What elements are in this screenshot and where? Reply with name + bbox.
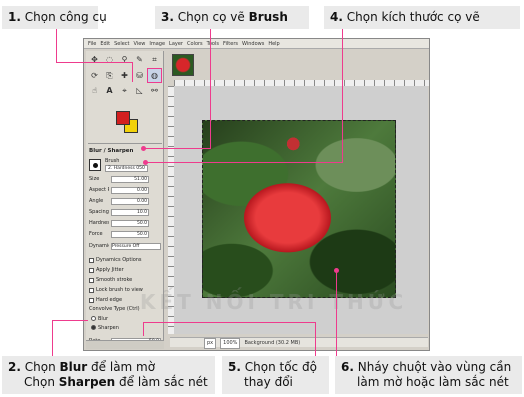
measure-tool-icon[interactable]: ◺ [133,84,146,97]
brush-preview[interactable] [89,159,101,171]
move-tool-icon[interactable]: ✥ [88,53,101,66]
callout-6: 6. Nháy chuột vào vùng cần làm mờ hoặc l… [335,356,522,394]
check-dynamics-options[interactable]: Dynamics Options [89,256,142,264]
checkbox[interactable] [89,287,94,293]
radio-button[interactable] [91,325,96,330]
text-tool-icon[interactable]: A [103,84,116,97]
brush-name[interactable]: 2. Hardness 050 [105,165,148,172]
checkbox[interactable] [89,257,94,263]
size-row[interactable]: Size 51.00 [89,175,149,183]
menu-item[interactable]: Select [114,41,129,47]
callout-4: 4. Chọn kích thước cọ vẽ [324,6,520,29]
zoom-select[interactable]: 100% [220,338,241,349]
checkbox[interactable] [89,267,94,273]
tool-grid: ✥ ◌ ⚲ ✎ ⌗ ⟳ ⎘ ✚ ⛁ ◍ ☝ A ⌖ ◺ ⚯ [88,53,162,99]
callout-2: 2. Chọn Blur để làm mờ Chọn Sharpen để l… [2,356,215,394]
bucket-tool-icon[interactable]: ⛁ [133,69,146,82]
image-thumbnail[interactable] [172,54,194,76]
menu-item[interactable]: Windows [242,41,264,47]
leader-dot [334,268,339,273]
menu-item[interactable]: Help [268,41,279,47]
leader-line [52,320,53,356]
zoom-tool-icon[interactable]: ⚯ [148,84,161,97]
leader-line [336,270,337,356]
heal-tool-icon[interactable]: ✚ [118,69,131,82]
checkbox[interactable] [89,297,94,303]
callout-1: 1. Chọn công cụ [2,6,107,29]
menu-bar: File Edit Select View Image Layer Colors Tools F… [84,39,429,49]
crop-tool-icon[interactable]: ⌗ [148,53,161,66]
menu-item[interactable]: Image [149,41,165,47]
leader-dot [143,160,148,165]
panel-divider [88,143,162,144]
check-lock-brush[interactable]: Lock brush to view [89,286,143,294]
dynamics-row[interactable]: DynamicsPressure Off [89,242,161,250]
leader-line [210,29,211,149]
callout-3: 3. Chọn cọ vẽ Brush [155,6,309,29]
watermark-text: KẾT NỐI TRI THỨC [140,290,408,314]
smudge-tool-icon[interactable]: ☝ [88,84,101,97]
leader-line [52,320,88,321]
toolbox-bottom-bar [86,340,164,349]
checkbox[interactable] [89,277,94,283]
rotate-tool-icon[interactable]: ⟳ [88,69,101,82]
fuzzy-select-icon[interactable]: ⚲ [118,53,131,66]
leader-line [143,148,211,149]
menu-item[interactable]: Layer [169,41,183,47]
callout-5: 5. Chọn tốc độ thay đổi [222,356,329,394]
check-hard-edge[interactable]: Hard edge [89,296,122,304]
leader-line [56,29,57,62]
unit-select[interactable]: px [204,338,217,349]
paths-tool-icon[interactable]: ✎ [133,53,146,66]
tool-options-title: Blur / Sharpen [89,148,134,154]
angle-row[interactable]: Angle 0.00 [89,197,149,205]
leader-line [143,322,144,336]
leader-line [145,162,343,163]
spacing-row[interactable]: Spacing 10.0 [89,208,149,216]
clone-tool-icon[interactable]: ⎘ [103,69,116,82]
foreground-color-swatch[interactable] [116,111,130,125]
leader-line [56,62,132,63]
leader-line [315,322,316,356]
color-picker-icon[interactable]: ⌖ [118,84,131,97]
menu-item[interactable]: Edit [100,41,110,47]
lasso-tool-icon[interactable]: ◌ [103,53,116,66]
check-apply-jitter[interactable]: Apply Jitter [89,266,124,274]
aspect-row[interactable]: Aspect Ratio0.00 [89,186,149,194]
menu-item[interactable]: Tools [207,41,219,47]
menu-item[interactable]: Colors [187,41,203,47]
leader-line [132,62,133,82]
hardness-row[interactable]: Hardness50.0 [89,219,149,227]
convolve-type-label: Convolve Type (Ctrl) [89,306,140,312]
menu-item[interactable]: View [134,41,146,47]
brush-label: Brush [105,158,120,164]
status-bar: px 100% Background (30.2 MB) [170,337,428,349]
radio-button[interactable] [91,316,96,321]
check-smooth-stroke[interactable]: Smooth stroke [89,276,132,284]
leader-line [143,322,316,323]
size-input[interactable]: 51.00 [111,175,149,183]
menu-item[interactable]: File [88,41,96,47]
menu-item[interactable]: Filters [223,41,238,47]
blur-sharpen-tool-icon[interactable]: ◍ [147,67,162,83]
leader-line [342,29,343,163]
radio-sharpen[interactable]: Sharpen [91,324,119,331]
leader-dot [141,146,146,151]
radio-blur[interactable]: Blur [91,315,108,322]
rose-image[interactable] [202,120,396,298]
force-row[interactable]: Force 50.0 [89,230,149,238]
